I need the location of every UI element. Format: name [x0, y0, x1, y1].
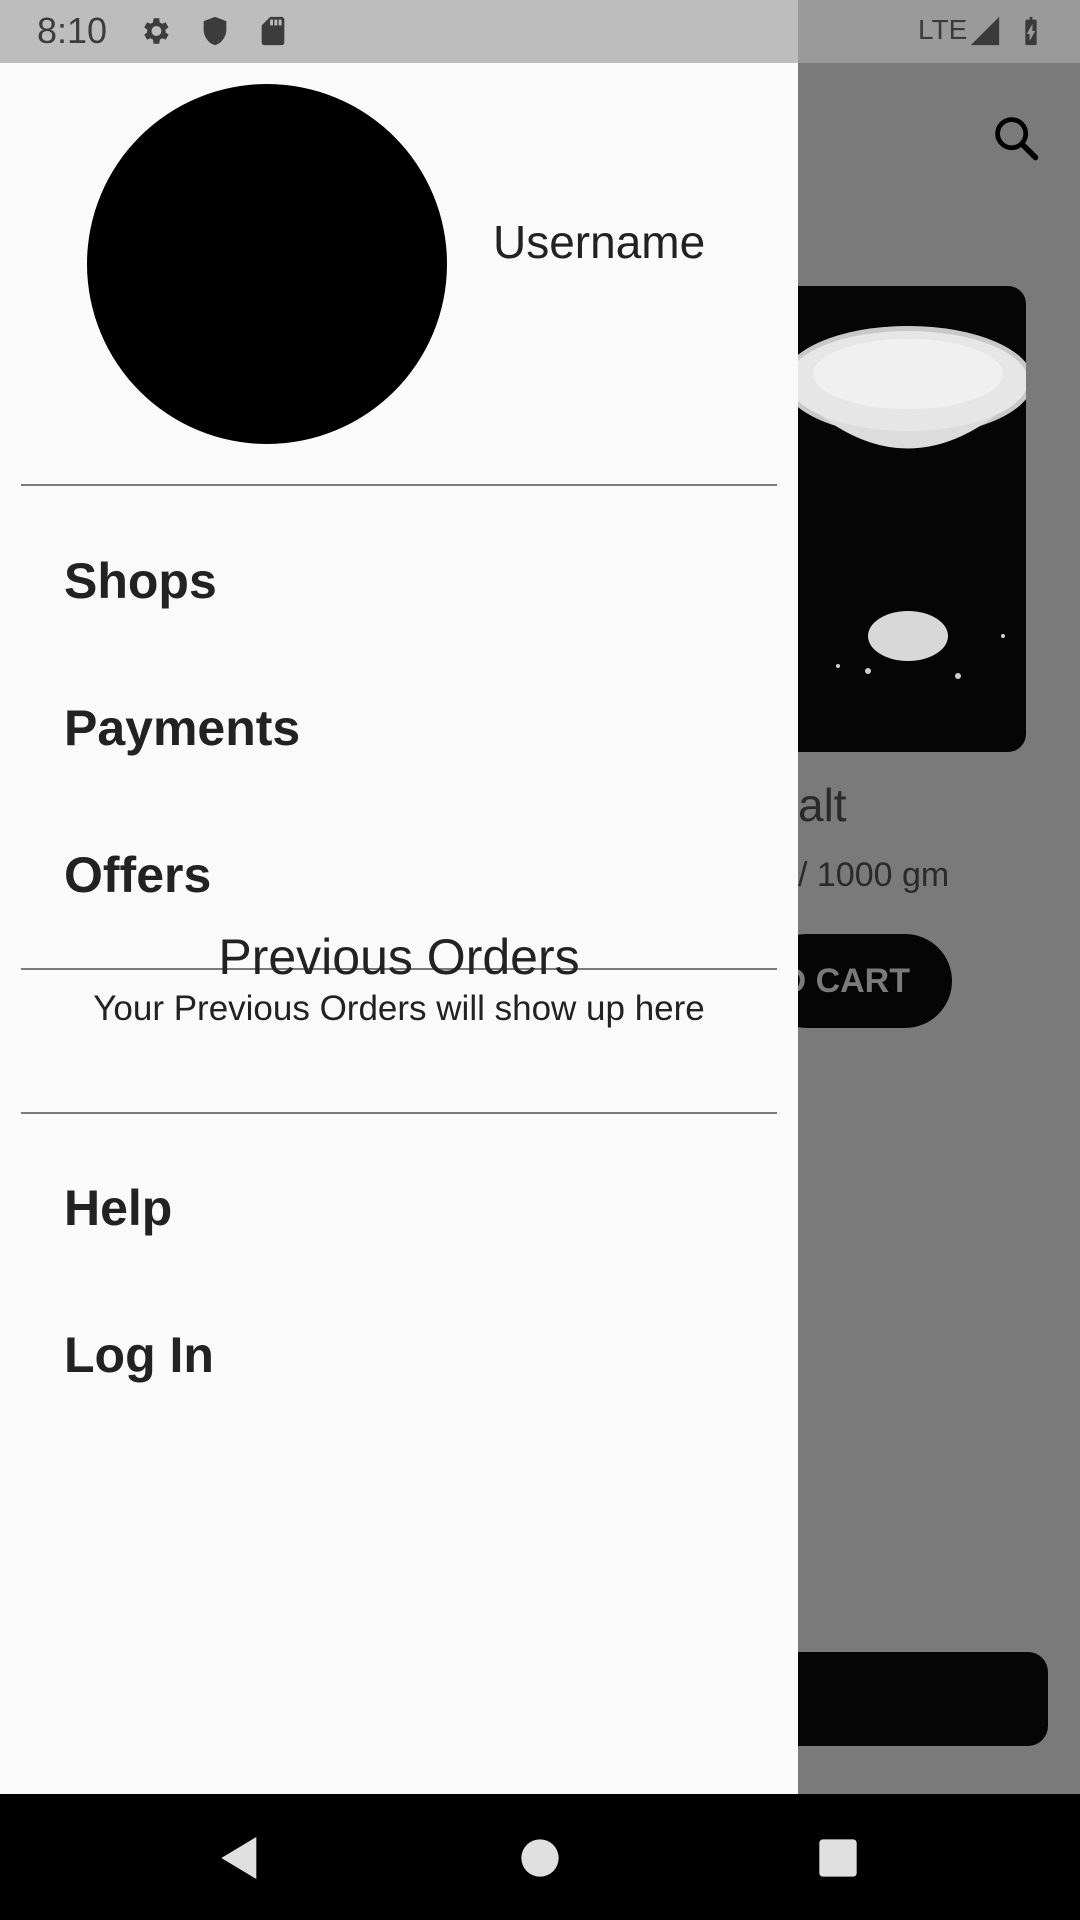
salt-bowl-illustration: [798, 326, 1026, 679]
recents-icon[interactable]: [810, 1830, 866, 1886]
back-icon[interactable]: [212, 1830, 268, 1886]
divider: [21, 484, 777, 486]
search-icon[interactable]: [990, 112, 1042, 164]
gear-icon: [144, 18, 169, 44]
navigation-drawer: Username Shops Payments Offers Previous …: [0, 63, 798, 1794]
menu-item-payments[interactable]: Payments: [64, 699, 300, 757]
product-name: alt: [798, 779, 847, 831]
status-time: 8:10: [37, 10, 108, 51]
network-type: LTE: [918, 14, 968, 45]
previous-orders-title: Previous Orders: [218, 929, 580, 985]
bottom-action-button[interactable]: [760, 1652, 1048, 1746]
status-bar-drawer-section: [0, 0, 798, 63]
menu-item-offers[interactable]: Offers: [64, 846, 211, 904]
avatar[interactable]: [87, 84, 447, 444]
signal-icon: [970, 16, 1000, 46]
home-icon[interactable]: [512, 1830, 568, 1886]
username: Username: [493, 216, 706, 268]
previous-orders-subtitle: Your Previous Orders will show up here: [93, 989, 705, 1028]
menu-item-help[interactable]: Help: [64, 1179, 172, 1237]
system-navigation-bar: [0, 1794, 1080, 1920]
divider: [21, 1112, 777, 1114]
product-image: [798, 286, 1026, 752]
menu-item-shops[interactable]: Shops: [64, 552, 217, 610]
sd-card-icon: [261, 16, 285, 46]
battery-charging-icon: [1025, 16, 1037, 46]
menu-item-log-in[interactable]: Log In: [64, 1326, 214, 1384]
product-quantity: / 1000 gm: [798, 856, 950, 894]
shield-icon: [203, 16, 227, 46]
status-bar: 8:10 LTE: [0, 0, 1080, 63]
